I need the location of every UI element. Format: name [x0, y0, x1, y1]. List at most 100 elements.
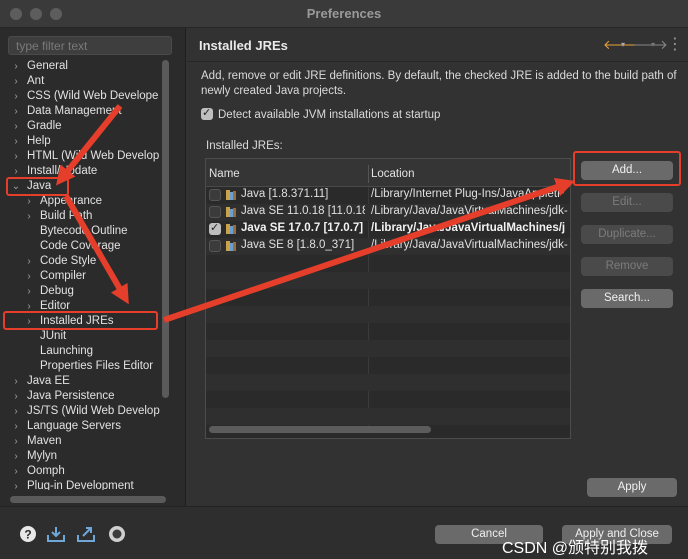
sidebar-item[interactable]: JUnit: [0, 329, 160, 344]
sidebar-item[interactable]: › Debug: [0, 284, 160, 299]
sidebar-item[interactable]: ⌄ Java: [0, 179, 160, 194]
preferences-sidebar: › General › Ant › CSS (Wild Web Develope › Data…: [0, 28, 186, 506]
chevron-right-icon[interactable]: ›: [24, 269, 34, 284]
chevron-right-icon[interactable]: ›: [11, 389, 21, 404]
sidebar-item[interactable]: › Build Path: [0, 209, 160, 224]
sidebar-item-label: Properties Files Editor: [40, 360, 154, 372]
sidebar-item[interactable]: › Maven: [0, 434, 160, 449]
apply-button[interactable]: Apply: [587, 478, 677, 497]
sidebar-item-label: Install/Update: [27, 165, 98, 177]
forward-menu-chevron-icon[interactable]: ▾: [651, 40, 655, 49]
sidebar-item[interactable]: › Java Persistence: [0, 389, 160, 404]
sidebar-item[interactable]: Bytecode Outline: [0, 224, 160, 239]
chevron-right-icon[interactable]: ›: [11, 104, 21, 119]
empty-table-row: [206, 374, 570, 391]
sidebar-item[interactable]: › CSS (Wild Web Develope: [0, 89, 160, 104]
sidebar-item[interactable]: › Gradle: [0, 119, 160, 134]
chevron-right-icon[interactable]: ›: [11, 149, 21, 164]
edit-button[interactable]: Edit...: [581, 193, 673, 212]
chevron-right-icon[interactable]: ›: [11, 374, 21, 389]
chevron-right-icon[interactable]: ›: [24, 314, 34, 329]
record-preferences-icon[interactable]: [107, 524, 127, 544]
sidebar-item[interactable]: Launching: [0, 344, 160, 359]
sidebar-item-label: Language Servers: [27, 420, 121, 432]
sidebar-item-label: Mylyn: [27, 450, 58, 462]
jre-default-checkbox[interactable]: [209, 189, 221, 201]
sidebar-item[interactable]: › General: [0, 59, 160, 74]
sidebar-item[interactable]: Properties Files Editor: [0, 359, 160, 374]
sidebar-item[interactable]: › Mylyn: [0, 449, 160, 464]
chevron-right-icon[interactable]: ›: [11, 404, 21, 419]
sidebar-item-label: Plug-in Development: [27, 480, 134, 490]
chevron-right-icon[interactable]: ›: [11, 59, 21, 74]
sidebar-item-label: Code Coverage: [40, 240, 121, 252]
column-header-name[interactable]: Name: [209, 168, 240, 180]
add-button[interactable]: Add...: [581, 161, 673, 180]
chevron-right-icon[interactable]: ›: [11, 164, 21, 179]
sidebar-item[interactable]: › Language Servers: [0, 419, 160, 434]
sidebar-item[interactable]: › Editor: [0, 299, 160, 314]
chevron-right-icon[interactable]: ›: [24, 254, 34, 269]
sidebar-item[interactable]: › JS/TS (Wild Web Develop: [0, 404, 160, 419]
filter-input[interactable]: [8, 36, 172, 55]
sidebar-horizontal-scrollbar[interactable]: [10, 496, 166, 503]
sidebar-item-label: Debug: [40, 285, 74, 297]
column-header-location[interactable]: Location: [371, 168, 414, 180]
table-row[interactable]: Java SE 11.0.18 [11.0.18] /Library/Java/J…: [206, 204, 570, 221]
import-preferences-icon[interactable]: [46, 524, 66, 544]
duplicate-button[interactable]: Duplicate...: [581, 225, 673, 244]
sidebar-item[interactable]: › HTML (Wild Web Develop: [0, 149, 160, 164]
sidebar-item[interactable]: › Plug-in Development: [0, 479, 160, 490]
chevron-right-icon[interactable]: ›: [11, 119, 21, 134]
preference-tree: › General › Ant › CSS (Wild Web Develope › Data…: [0, 58, 160, 490]
sidebar-item[interactable]: Code Coverage: [0, 239, 160, 254]
search-button[interactable]: Search...: [581, 289, 673, 308]
table-row[interactable]: Java [1.8.371.11] /Library/Internet Plug-…: [206, 187, 570, 204]
chevron-right-icon[interactable]: ›: [24, 284, 34, 299]
sidebar-item-label: Data Management: [27, 105, 122, 117]
sidebar-item[interactable]: › Java EE: [0, 374, 160, 389]
table-row[interactable]: Java SE 17.0.7 [17.0.7] (/Library/Java/J…: [206, 221, 570, 238]
sidebar-item[interactable]: › Oomph: [0, 464, 160, 479]
sidebar-item[interactable]: › Compiler: [0, 269, 160, 284]
back-menu-chevron-icon[interactable]: ▾: [621, 40, 625, 49]
sidebar-item[interactable]: › Code Style: [0, 254, 160, 269]
installed-jres-table[interactable]: Name Location Java [1.8.371.11] /Library/…: [205, 158, 571, 439]
chevron-right-icon[interactable]: ›: [11, 89, 21, 104]
table-horizontal-scrollbar[interactable]: [209, 426, 431, 433]
chevron-down-icon[interactable]: ⌄: [11, 179, 21, 194]
export-preferences-icon[interactable]: [76, 524, 96, 544]
chevron-right-icon[interactable]: ›: [24, 209, 34, 224]
sidebar-item[interactable]: › Install/Update: [0, 164, 160, 179]
remove-button[interactable]: Remove: [581, 257, 673, 276]
sidebar-item-label: Java EE: [27, 375, 70, 387]
help-icon[interactable]: ?: [18, 524, 38, 544]
jre-default-checkbox[interactable]: [209, 240, 221, 252]
detect-jvm-checkbox[interactable]: [201, 106, 213, 120]
sidebar-item-label: Maven: [27, 435, 62, 447]
detect-jvm-option[interactable]: Detect available JVM installations at st…: [201, 106, 440, 121]
jre-default-checkbox[interactable]: [209, 206, 221, 218]
chevron-right-icon[interactable]: ›: [11, 479, 21, 490]
sidebar-item[interactable]: › Appearance: [0, 194, 160, 209]
installed-jres-label: Installed JREs:: [206, 140, 283, 152]
sidebar-vertical-scrollbar[interactable]: [162, 60, 169, 398]
chevron-right-icon[interactable]: ›: [11, 449, 21, 464]
chevron-right-icon[interactable]: ›: [24, 194, 34, 209]
sidebar-item-label: Gradle: [27, 120, 62, 132]
sidebar-item[interactable]: › Ant: [0, 74, 160, 89]
window-title: Preferences: [306, 6, 382, 21]
column-divider[interactable]: [368, 165, 369, 183]
jre-default-checkbox[interactable]: [209, 221, 221, 235]
sidebar-item[interactable]: › Installed JREs: [0, 314, 160, 329]
table-row[interactable]: Java SE 8 [1.8.0_371] /Library/Java/JavaV…: [206, 238, 570, 255]
chevron-right-icon[interactable]: ›: [11, 464, 21, 479]
more-options-icon[interactable]: ⋮: [667, 34, 683, 54]
chevron-right-icon[interactable]: ›: [24, 299, 34, 314]
chevron-right-icon[interactable]: ›: [11, 434, 21, 449]
chevron-right-icon[interactable]: ›: [11, 74, 21, 89]
chevron-right-icon[interactable]: ›: [11, 134, 21, 149]
chevron-right-icon[interactable]: ›: [11, 419, 21, 434]
sidebar-item[interactable]: › Data Management: [0, 104, 160, 119]
sidebar-item[interactable]: › Help: [0, 134, 160, 149]
